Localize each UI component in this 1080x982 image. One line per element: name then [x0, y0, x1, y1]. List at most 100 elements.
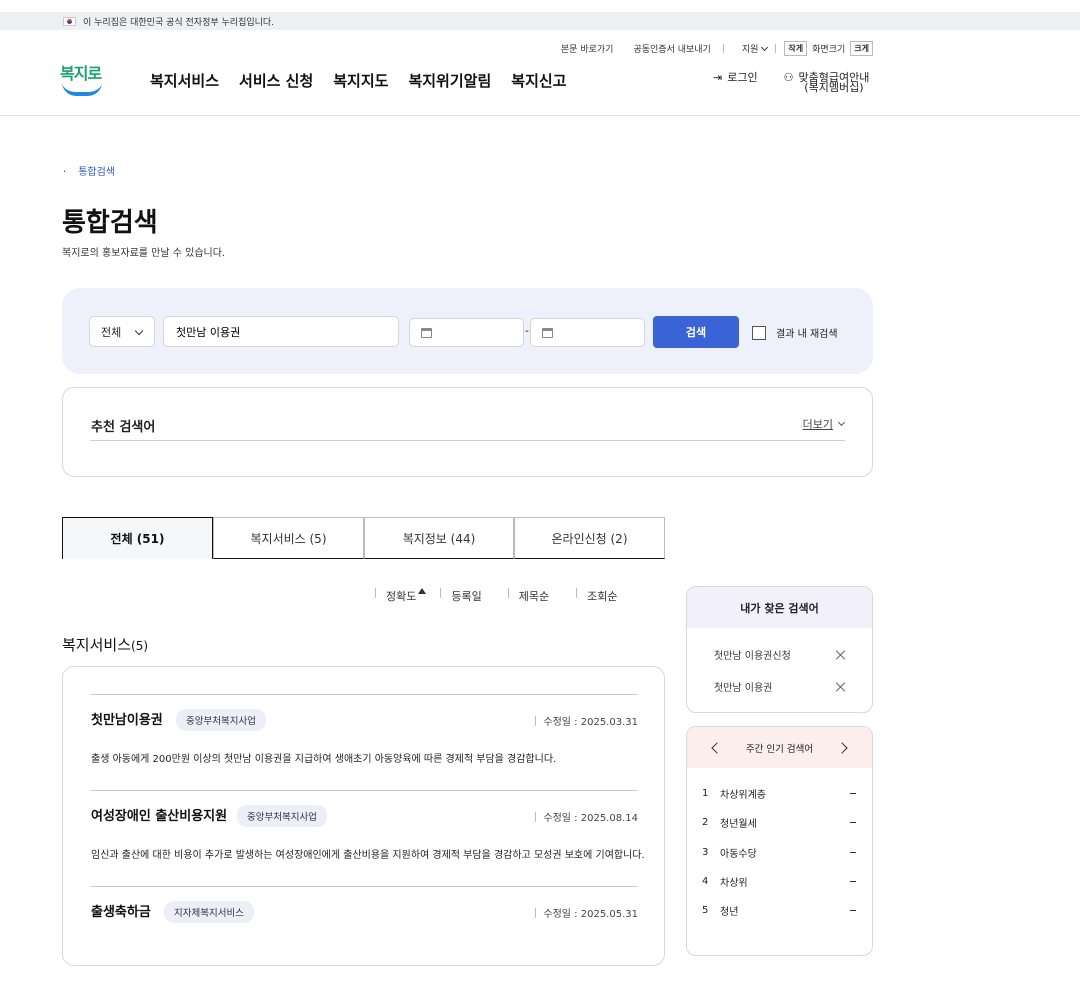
result-item[interactable]: 출생축하금 지자체복지서비스 수정일 : 2025.05.31 [90, 886, 638, 982]
result-item[interactable]: 여성장애인 출산비용지원 중앙부처복지사업 수정일 : 2025.08.14 임… [90, 790, 645, 886]
research-checkbox[interactable]: 결과 내 재검색 [752, 325, 838, 340]
divider [775, 44, 777, 53]
reco-title: 추천 검색어 [91, 420, 156, 435]
popular-item[interactable]: 2 청년월세 [702, 815, 856, 830]
zoom-large-button[interactable]: 크게 [850, 41, 873, 56]
gov-banner-text: 이 누리집은 대한민국 공식 전자정부 누리집입니다. [83, 17, 275, 28]
skip-link[interactable]: 본문 바로가기 [561, 42, 614, 55]
main-nav: 복지서비스 서비스 신청 복지지도 복지위기알림 복지신고 [150, 70, 566, 91]
login-label: 로그인 [727, 71, 758, 84]
gov-banner: 이 누리집은 대한민국 공식 전자정부 누리집입니다. [0, 12, 1080, 30]
korea-flag-icon [63, 16, 76, 26]
rank-keyword[interactable]: 아동수당 [720, 845, 850, 860]
header-actions: ⇥ 로그인 ⚇ 맞춤형급여안내 (복지멤버십) [713, 71, 870, 94]
nav-welfare-map[interactable]: 복지지도 [333, 70, 388, 91]
zoom-small-button[interactable]: 작게 [784, 41, 808, 56]
page-subtitle: 복지로의 홍보자료를 만날 수 있습니다. [62, 248, 226, 259]
header-divider [0, 115, 1080, 116]
end-date-input[interactable] [530, 318, 645, 347]
utility-bar: 본문 바로가기 공동인증서 내보내기 지원 작게 화면크기 크게 [541, 41, 873, 56]
divider [576, 588, 578, 598]
scope-select[interactable]: 전체 [89, 316, 155, 347]
weekly-popular-panel: 주간 인기 검색어 1 차상위계층 2 청년월세 3 아동수당 4 차상위 5 … [686, 726, 873, 956]
recommended-keywords: 추천 검색어 더보기 [62, 387, 873, 477]
tab-all[interactable]: 전체 (51) [62, 517, 213, 559]
chevron-left-icon[interactable] [711, 741, 723, 754]
calendar-icon [421, 328, 432, 338]
research-label: 결과 내 재검색 [776, 329, 838, 340]
nav-service-apply[interactable]: 서비스 신청 [239, 70, 313, 91]
result-updated: 수정일 : 2025.05.31 [535, 905, 638, 920]
scope-value: 전체 [101, 325, 122, 339]
divider [90, 440, 845, 441]
breadcrumb-dot-icon: · [63, 167, 67, 178]
popular-item[interactable]: 1 차상위계층 [702, 786, 856, 801]
rank-number: 1 [702, 788, 709, 799]
popular-item[interactable]: 3 아동수당 [702, 845, 856, 860]
rank-keyword[interactable]: 청년 [720, 903, 850, 918]
close-icon[interactable] [836, 650, 846, 660]
date-separator: - [525, 324, 529, 337]
start-date-input[interactable] [409, 318, 524, 347]
nav-welfare-report[interactable]: 복지신고 [511, 70, 566, 91]
popular-item[interactable]: 4 차상위 [702, 874, 856, 889]
nav-crisis-alert[interactable]: 복지위기알림 [408, 70, 491, 91]
rank-keyword[interactable]: 청년월세 [720, 815, 850, 830]
result-updated-text: 수정일 : 2025.05.31 [543, 909, 638, 920]
result-item[interactable]: 첫만남이용권 중앙부처복지사업 수정일 : 2025.03.31 출생 아동에게… [90, 694, 638, 790]
rank-change-icon [850, 822, 856, 823]
search-button[interactable]: 검색 [653, 316, 739, 348]
logo[interactable]: 복지로 [60, 60, 104, 98]
chevron-down-icon [134, 326, 144, 336]
tab-welfare-info[interactable]: 복지정보 (44) [364, 517, 514, 559]
divider [535, 907, 537, 918]
membership-label-2: (복지멤버십) [804, 81, 864, 94]
search-input[interactable] [163, 316, 399, 347]
close-icon[interactable] [836, 682, 846, 692]
tab-welfare-service[interactable]: 복지서비스 (5) [213, 517, 364, 559]
my-search-item[interactable]: 첫만남 이용권 [714, 679, 846, 694]
language-label: 지원 [741, 45, 759, 55]
reco-more-button[interactable]: 더보기 [803, 416, 846, 432]
user-add-icon: ⚇ [783, 71, 794, 84]
checkbox-box[interactable] [752, 325, 766, 340]
language-select[interactable]: 지원 [741, 42, 769, 55]
rank-keyword[interactable]: 차상위 [720, 874, 850, 889]
sort-accuracy[interactable]: 정확도 [386, 588, 416, 604]
my-search-keyword[interactable]: 첫만남 이용권신청 [714, 647, 791, 662]
sort-title[interactable]: 제목순 [519, 588, 549, 604]
calendar-icon [542, 328, 553, 338]
logo-text: 복지로 [60, 64, 102, 83]
weekly-header: 주간 인기 검색어 [687, 727, 872, 768]
cert-export-link[interactable]: 공동인증서 내보내기 [633, 42, 710, 55]
divider [375, 588, 376, 598]
page-title: 통합검색 [62, 208, 158, 238]
result-tag: 중앙부처복지사업 [176, 709, 266, 731]
popular-item[interactable]: 5 청년 [702, 903, 856, 918]
chevron-right-icon[interactable] [836, 741, 848, 754]
sort-views[interactable]: 조회순 [587, 588, 617, 604]
section-count: (5) [131, 639, 149, 653]
breadcrumb-current[interactable]: 통합검색 [78, 167, 115, 178]
weekly-title: 주간 인기 검색어 [745, 743, 814, 755]
membership-link[interactable]: ⚇ 맞춤형급여안내 (복지멤버십) [783, 71, 870, 94]
sort-up-icon [418, 588, 427, 594]
result-title[interactable]: 첫만남이용권 [91, 709, 163, 728]
sort-date[interactable]: 등록일 [451, 588, 481, 604]
result-title[interactable]: 출생축하금 [91, 901, 151, 920]
nav-welfare-service[interactable]: 복지서비스 [150, 70, 219, 91]
result-title[interactable]: 여성장애인 출산비용지원 [91, 805, 227, 824]
result-tabs: 전체 (51) 복지서비스 (5) 복지정보 (44) 온라인신청 (2) [62, 517, 665, 559]
my-search-item[interactable]: 첫만남 이용권신청 [714, 647, 846, 662]
chevron-down-icon [761, 43, 769, 51]
login-link[interactable]: ⇥ 로그인 [713, 71, 758, 93]
rank-change-icon [850, 910, 856, 911]
result-tag: 중앙부처복지사업 [237, 805, 327, 827]
result-description: 임신과 출산에 대한 비용이 추가로 발생하는 여성장애인에게 출산비용을 지원… [91, 850, 645, 861]
sort-options: 정확도 등록일 제목순 조회순 [375, 588, 618, 604]
result-updated: 수정일 : 2025.08.14 [535, 809, 638, 824]
result-updated-text: 수정일 : 2025.03.31 [543, 717, 638, 728]
tab-online-apply[interactable]: 온라인신청 (2) [514, 517, 665, 559]
rank-keyword[interactable]: 차상위계층 [720, 786, 850, 801]
my-search-keyword[interactable]: 첫만남 이용권 [714, 679, 772, 694]
